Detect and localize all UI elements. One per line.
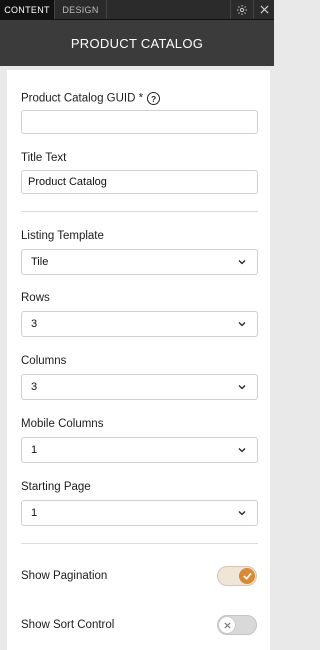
listing-template-value: Tile	[31, 256, 49, 268]
columns-select[interactable]: 3	[21, 374, 258, 400]
divider	[21, 211, 258, 212]
starting-page-value: 1	[31, 507, 38, 519]
title-text-input[interactable]: Product Catalog	[21, 170, 258, 194]
starting-page-select[interactable]: 1	[21, 500, 258, 526]
show-sort-control-toggle[interactable]	[217, 615, 257, 635]
show-pagination-label: Show Pagination	[21, 570, 108, 582]
gear-icon[interactable]	[230, 0, 253, 19]
show-pagination-toggle[interactable]	[217, 566, 257, 586]
guid-label: Product Catalog GUID *	[21, 92, 144, 105]
tab-content[interactable]: CONTENT	[0, 0, 55, 19]
rows-label: Rows	[21, 292, 50, 304]
rows-select[interactable]: 3	[21, 311, 258, 337]
mobile-columns-value: 1	[31, 444, 38, 456]
columns-value: 3	[31, 381, 38, 393]
page-title: PRODUCT CATALOG	[70, 35, 204, 51]
close-icon[interactable]	[253, 0, 274, 19]
help-icon[interactable]: ?	[147, 92, 161, 105]
chevron-down-icon	[238, 509, 248, 517]
title-text-label: Title Text	[21, 152, 67, 164]
guid-label-row: Product Catalog GUID *?	[21, 92, 161, 105]
x-icon	[219, 617, 235, 633]
tabbar-spacer	[107, 0, 230, 19]
chevron-down-icon	[238, 383, 248, 391]
columns-label: Columns	[21, 355, 67, 367]
listing-template-select[interactable]: Tile	[21, 249, 258, 275]
panel-title-bar: PRODUCT CATALOG	[0, 20, 274, 66]
top-tab-bar: CONTENT DESIGN	[0, 0, 274, 20]
mobile-columns-select[interactable]: 1	[21, 437, 258, 463]
guid-input[interactable]	[21, 110, 258, 134]
chevron-down-icon	[238, 446, 248, 454]
chevron-down-icon	[238, 258, 248, 266]
check-icon	[239, 568, 255, 584]
tab-design[interactable]: DESIGN	[55, 0, 107, 19]
starting-page-label: Starting Page	[21, 481, 91, 493]
divider	[21, 543, 258, 544]
settings-panel: Product Catalog GUID *? Title Text Produ…	[7, 70, 270, 650]
mobile-columns-label: Mobile Columns	[21, 418, 104, 430]
chevron-down-icon	[238, 320, 248, 328]
show-sort-control-label: Show Sort Control	[21, 619, 115, 631]
listing-template-label: Listing Template	[21, 230, 104, 242]
rows-value: 3	[31, 318, 38, 330]
